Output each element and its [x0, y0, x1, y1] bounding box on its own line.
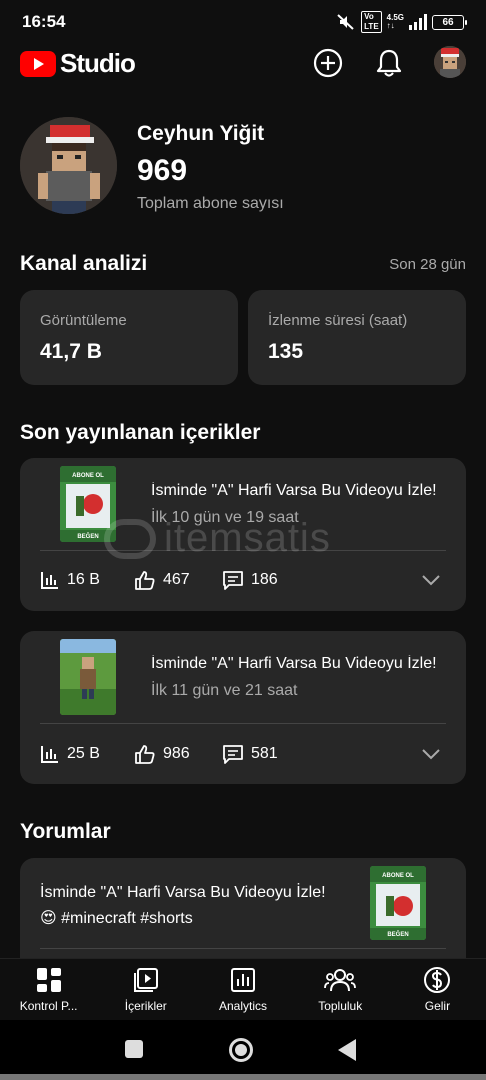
nav-dashboard[interactable]: Kontrol P... [0, 959, 97, 1020]
home-button[interactable] [229, 1038, 253, 1062]
analytics-icon [231, 968, 255, 992]
community-icon [324, 969, 357, 992]
nav-label: Analytics [218, 999, 268, 1013]
back-button[interactable] [338, 1039, 356, 1061]
youtube-logo-icon [20, 50, 56, 77]
nav-earn[interactable]: Gelir [389, 959, 486, 1020]
content-icon [133, 968, 158, 992]
system-navigation [0, 1020, 486, 1080]
channel-name: Ceyhun Yiğit [137, 122, 265, 145]
video-card[interactable]: ABONE OL BEĞEN İsminde "A" Harfi Varsa B… [20, 458, 466, 611]
subscriber-label: Toplam abone sayısı [137, 195, 284, 212]
recents-button[interactable] [125, 1040, 143, 1058]
create-icon[interactable] [311, 46, 345, 80]
dashboard-icon [36, 968, 61, 992]
divider [40, 948, 446, 949]
video-title[interactable]: İsminde "A" Harfi Varsa Bu Videoyu İzle! [151, 655, 451, 673]
status-icons: Vo LTE 4.5G ↑↓ 66 [336, 11, 467, 33]
video-subtitle: İlk 10 gün ve 19 saat [151, 509, 299, 526]
battery-level: 66 [442, 16, 454, 28]
notifications-icon[interactable] [372, 46, 406, 80]
watch-time-label: İzlenme süresi (saat) [268, 312, 408, 329]
mute-icon [336, 13, 356, 31]
comment-text: İsminde "A" Harfi Varsa Bu Videoyu İzle!… [40, 884, 326, 927]
video-card[interactable]: İsminde "A" Harfi Varsa Bu Videoyu İzle!… [20, 631, 466, 784]
account-avatar[interactable] [434, 46, 466, 78]
analytics-title: Kanal analizi [20, 252, 148, 275]
nav-analytics[interactable]: Analytics [194, 959, 291, 1020]
comment-video-thumbnail[interactable]: ABONE OL BEĞEN [370, 866, 426, 940]
nav-label: Gelir [424, 999, 451, 1013]
comments-metric: 581 [222, 744, 278, 764]
video-thumbnail[interactable]: ABONE OL BEĞEN [60, 466, 116, 542]
likes-metric: 986 [134, 744, 190, 764]
views-value: 41,7 B [40, 340, 102, 363]
video-thumbnail[interactable] [60, 639, 116, 715]
channel-avatar[interactable] [20, 117, 117, 214]
nav-label: Topluluk [318, 999, 363, 1013]
signal-icon [409, 14, 427, 30]
analytics-bars-icon [41, 746, 58, 763]
comments-title: Yorumlar [20, 820, 111, 843]
views-card[interactable]: Görüntüleme 41,7 B [20, 290, 238, 385]
bottom-navigation: Kontrol P... İçerikler Analytics Toplulu… [0, 958, 486, 1020]
chevron-down-icon[interactable] [420, 571, 442, 594]
views-label: Görüntüleme [40, 312, 127, 329]
analytics-bars-icon [41, 572, 58, 589]
earn-icon [424, 967, 451, 993]
comments-count: 581 [251, 745, 278, 762]
app-bar: Studio [0, 44, 486, 82]
comments-count: 186 [251, 571, 278, 588]
thumb-like-text: BEĞEN [387, 930, 408, 938]
chevron-down-icon[interactable] [420, 745, 442, 768]
thumb-subscribe-text: ABONE OL [72, 473, 104, 479]
comment-icon [223, 571, 243, 590]
like-icon [135, 745, 155, 764]
comment-icon [223, 745, 243, 764]
thumb-like-text: BEĞEN [77, 532, 98, 540]
status-time: 16:54 [22, 12, 66, 31]
divider [40, 550, 446, 551]
nav-label: İçerikler [124, 999, 167, 1013]
logo-text: Studio [60, 48, 136, 78]
watch-time-card[interactable]: İzlenme süresi (saat) 135 [248, 290, 466, 385]
studio-logo[interactable]: Studio [20, 48, 136, 79]
nav-content[interactable]: İçerikler [97, 959, 194, 1020]
nav-community[interactable]: Topluluk [292, 959, 389, 1020]
likes-metric: 467 [134, 570, 190, 590]
thumb-subscribe-text: ABONE OL [382, 873, 414, 879]
views-metric: 16 B [40, 570, 100, 590]
volte-icon: Vo LTE [361, 11, 382, 33]
nav-label: Kontrol P... [19, 999, 78, 1013]
divider [40, 723, 446, 724]
watch-time-value: 135 [268, 340, 304, 363]
views-count: 16 B [67, 571, 100, 588]
like-icon [135, 571, 155, 590]
analytics-period: Son 28 gün [389, 256, 466, 273]
network-type: 4.5G ↑↓ [386, 13, 404, 30]
views-count: 25 B [67, 745, 100, 762]
video-title[interactable]: İsminde "A" Harfi Varsa Bu Videoyu İzle! [151, 482, 451, 500]
likes-count: 986 [163, 745, 190, 762]
subscriber-count: 969 [137, 154, 188, 187]
recent-title: Son yayınlanan içerikler [20, 421, 261, 444]
home-indicator [0, 1074, 486, 1080]
video-subtitle: İlk 11 gün ve 21 saat [151, 682, 298, 699]
battery-icon: 66 [432, 14, 467, 30]
views-metric: 25 B [40, 744, 100, 764]
comments-metric: 186 [222, 570, 278, 590]
likes-count: 467 [163, 571, 190, 588]
status-bar: 16:54 Vo LTE 4.5G ↑↓ 66 [0, 0, 486, 44]
